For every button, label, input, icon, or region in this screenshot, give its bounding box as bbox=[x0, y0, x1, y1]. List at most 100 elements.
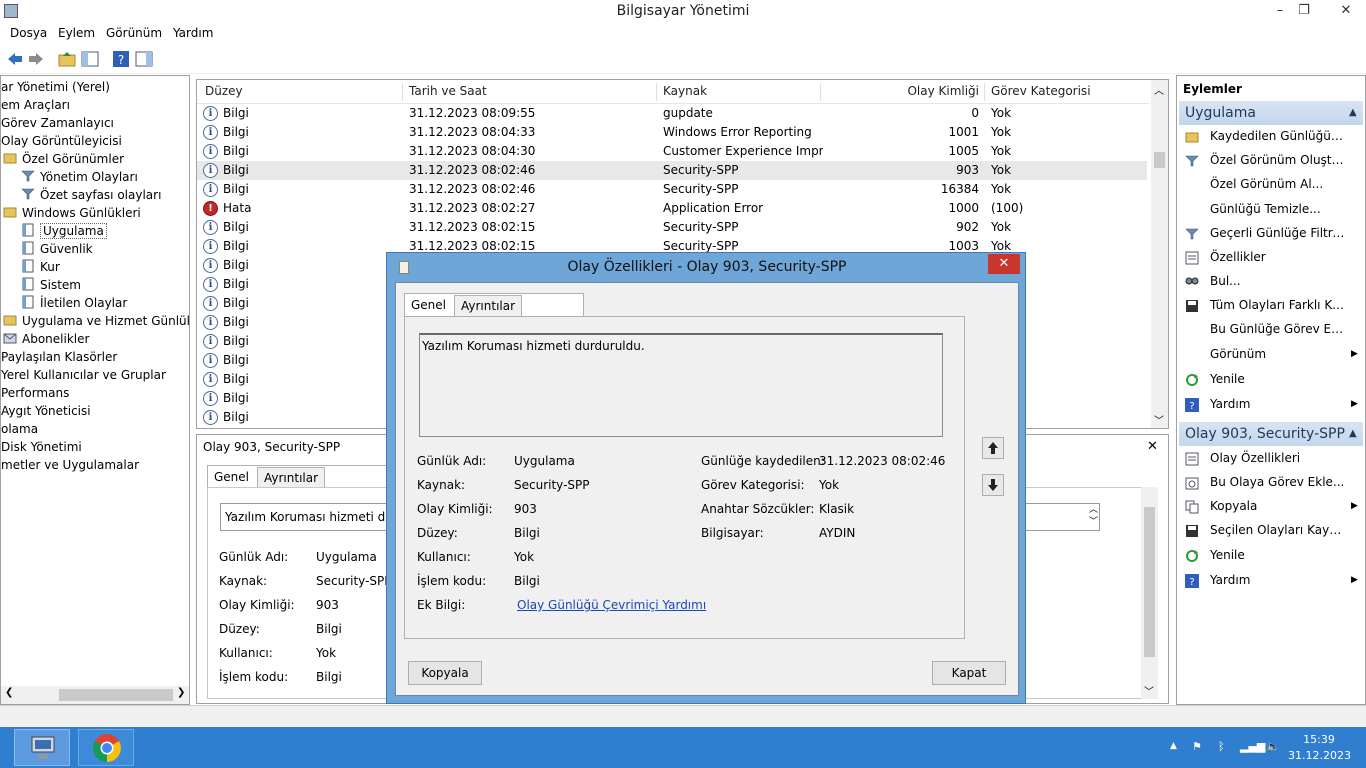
close-window-button[interactable]: ✕ bbox=[1326, 0, 1366, 22]
preview-close-button[interactable]: ✕ bbox=[1147, 439, 1158, 454]
action-item[interactable]: Bu Günlüğe Görev Ekle... bbox=[1183, 318, 1363, 340]
tree-node[interactable]: Uygulama bbox=[21, 222, 107, 240]
menu-dosya[interactable]: Dosya bbox=[10, 26, 47, 40]
copy-button[interactable]: Kopyala bbox=[408, 661, 482, 685]
previous-event-button[interactable] bbox=[982, 437, 1004, 459]
forward-arrow-icon[interactable] bbox=[27, 50, 45, 68]
tree-node[interactable]: Kur bbox=[21, 258, 60, 276]
action-item[interactable]: ? Yardım ▶ bbox=[1183, 569, 1363, 591]
tree-node[interactable]: Aygıt Yöneticisi bbox=[1, 402, 91, 420]
show-hide-tree-icon[interactable] bbox=[81, 50, 99, 68]
scroll-thumb[interactable] bbox=[1154, 152, 1165, 168]
action-item[interactable]: Özel Görünüm Oluştur... bbox=[1183, 149, 1363, 171]
tree-node[interactable]: Yerel Kullanıcılar ve Gruplar bbox=[1, 366, 166, 384]
action-item[interactable]: Özellikler bbox=[1183, 246, 1363, 268]
column-source[interactable]: Kaynak bbox=[663, 84, 707, 102]
collapse-icon[interactable]: ▲ bbox=[1349, 101, 1357, 125]
action-item[interactable]: Yenile bbox=[1183, 368, 1363, 390]
column-task-category[interactable]: Görev Kategorisi bbox=[991, 84, 1091, 102]
tree-node[interactable]: Abonelikler bbox=[3, 330, 89, 348]
tree-node[interactable]: Güvenlik bbox=[21, 240, 93, 258]
network-icon[interactable]: ▂▄▆ bbox=[1240, 740, 1265, 753]
scroll-thumb[interactable] bbox=[59, 689, 173, 701]
action-item[interactable]: Görünüm ▶ bbox=[1183, 343, 1363, 365]
collapse-icon[interactable]: ▲ bbox=[1349, 422, 1357, 446]
close-button[interactable]: Kapat bbox=[932, 661, 1006, 685]
console-tree[interactable]: ar Yönetimi (Yerel) em Araçları Görev Zama… bbox=[0, 75, 190, 705]
table-row[interactable]: i Bilgi 31.12.2023 08:04:33 Windows Error R… bbox=[197, 123, 1147, 142]
tree-node[interactable]: Disk Yönetimi bbox=[1, 438, 82, 456]
column-level[interactable]: Düzey bbox=[205, 84, 243, 102]
action-item[interactable]: Kopyala ▶ bbox=[1183, 495, 1363, 517]
tree-node[interactable]: Yönetim Olayları bbox=[21, 168, 138, 186]
taskbar-computer-management[interactable] bbox=[14, 729, 70, 766]
tree-node[interactable]: Performans bbox=[1, 384, 69, 402]
preview-tab-details[interactable]: Ayrıntılar bbox=[257, 467, 326, 487]
tree-node[interactable]: Görev Zamanlayıcı bbox=[1, 114, 114, 132]
column-event-id[interactable]: Olay Kimliği bbox=[827, 84, 979, 102]
scroll-down-icon[interactable]: ﹀ bbox=[1154, 412, 1164, 427]
back-arrow-icon[interactable] bbox=[6, 50, 24, 68]
maximize-button[interactable]: ❐ bbox=[1290, 0, 1318, 22]
action-item[interactable]: Olay Özellikleri bbox=[1183, 447, 1363, 469]
tree-node[interactable]: olama bbox=[1, 420, 38, 438]
scroll-left-icon[interactable]: ❮ bbox=[5, 687, 13, 698]
tree-node[interactable]: Paylaşılan Klasörler bbox=[1, 348, 117, 366]
scroll-down-icon[interactable]: ﹀ bbox=[1144, 683, 1154, 698]
action-item[interactable]: Geçerli Günlüğe Filtre ... bbox=[1183, 222, 1363, 244]
help-icon[interactable]: ? bbox=[112, 50, 130, 68]
taskbar-chrome[interactable] bbox=[78, 729, 134, 766]
scroll-right-icon[interactable]: ❯ bbox=[177, 687, 185, 698]
show-hidden-icons[interactable]: ▲ bbox=[1170, 741, 1177, 751]
preview-vertical-scrollbar[interactable]: ﹀ bbox=[1141, 487, 1158, 699]
dialog-close-button[interactable]: ✕ bbox=[988, 254, 1020, 274]
list-vertical-scrollbar[interactable]: ︿ ﹀ bbox=[1151, 80, 1168, 428]
volume-icon[interactable]: 🔈 bbox=[1266, 740, 1280, 753]
tree-horizontal-scrollbar[interactable]: ❮ ❯ bbox=[1, 686, 189, 704]
table-row[interactable]: ! Hata 31.12.2023 08:02:27 Application Erro… bbox=[197, 199, 1147, 218]
action-center-icon[interactable]: ⚑ bbox=[1192, 740, 1202, 753]
action-item[interactable]: Bul... bbox=[1183, 270, 1363, 292]
tree-node[interactable]: Windows Günlükleri bbox=[3, 204, 141, 222]
action-item[interactable]: Günlüğü Temizle... bbox=[1183, 198, 1363, 220]
actions-section-event[interactable]: Olay 903, Security-SPP ▲ bbox=[1179, 422, 1363, 446]
action-item[interactable]: Seçilen Olayları Kaydet... bbox=[1183, 519, 1363, 541]
action-item[interactable]: Özel Görünüm Al... bbox=[1183, 173, 1363, 195]
tree-node[interactable]: Özet sayfası olayları bbox=[21, 186, 161, 204]
table-row[interactable]: i Bilgi 31.12.2023 08:09:55 gupdate 0 Yok bbox=[197, 104, 1147, 123]
show-action-pane-icon[interactable] bbox=[135, 50, 153, 68]
scroll-thumb[interactable] bbox=[1144, 507, 1155, 657]
actions-section-uygulama[interactable]: Uygulama ▲ bbox=[1179, 101, 1363, 125]
tree-node[interactable]: ar Yönetimi (Yerel) bbox=[1, 78, 110, 96]
table-row[interactable]: i Bilgi 31.12.2023 08:02:46 Security-SPP 163… bbox=[197, 180, 1147, 199]
action-item[interactable]: Bu Olaya Görev Ekle... bbox=[1183, 471, 1363, 493]
action-item[interactable]: ? Yardım ▶ bbox=[1183, 393, 1363, 415]
scroll-up-icon[interactable]: ︿ bbox=[1154, 82, 1164, 97]
next-event-button[interactable] bbox=[982, 474, 1004, 496]
tree-node[interactable]: Uygulama ve Hizmet Günlükleri bbox=[3, 312, 189, 330]
tree-node[interactable]: em Araçları bbox=[1, 96, 70, 114]
column-date[interactable]: Tarih ve Saat bbox=[409, 84, 487, 102]
table-row[interactable]: i Bilgi 31.12.2023 08:04:30 Customer Experi… bbox=[197, 142, 1147, 161]
menu-eylem[interactable]: Eylem bbox=[58, 26, 95, 40]
action-item[interactable]: Yenile bbox=[1183, 544, 1363, 566]
action-item[interactable]: Tüm Olayları Farklı Kay... bbox=[1183, 294, 1363, 316]
menu-yardim[interactable]: Yardım bbox=[173, 26, 213, 40]
clock-date[interactable]: 31.12.2023 bbox=[1288, 749, 1351, 762]
tree-node[interactable]: Sistem bbox=[21, 276, 81, 294]
tree-node[interactable]: İletilen Olaylar bbox=[21, 294, 127, 312]
log-icon bbox=[21, 277, 35, 291]
tree-node[interactable]: Olay Görüntüleyicisi bbox=[1, 132, 122, 150]
action-item[interactable]: Kaydedilen Günlüğü A... bbox=[1183, 125, 1363, 147]
tree-node[interactable]: Özel Görünümler bbox=[3, 150, 124, 168]
tree-node[interactable]: metler ve Uygulamalar bbox=[1, 456, 139, 474]
menu-gorunum[interactable]: Görünüm bbox=[106, 26, 162, 40]
message-scroll-icon[interactable]: ︿ ﹀ bbox=[1089, 504, 1098, 528]
table-row[interactable]: i Bilgi 31.12.2023 08:02:15 Security-SPP 902… bbox=[197, 218, 1147, 237]
dialog-tab-details[interactable]: Ayrıntılar bbox=[454, 295, 523, 317]
event-log-online-help-link[interactable]: Olay Günlüğü Çevrimiçi Yardımı bbox=[517, 598, 706, 612]
table-row[interactable]: i Bilgi 31.12.2023 08:02:46 Security-SPP 903… bbox=[197, 161, 1147, 180]
up-folder-icon[interactable] bbox=[58, 50, 76, 68]
clock-time[interactable]: 15:39 bbox=[1288, 733, 1350, 746]
bluetooth-icon[interactable]: ᛒ bbox=[1218, 740, 1225, 753]
